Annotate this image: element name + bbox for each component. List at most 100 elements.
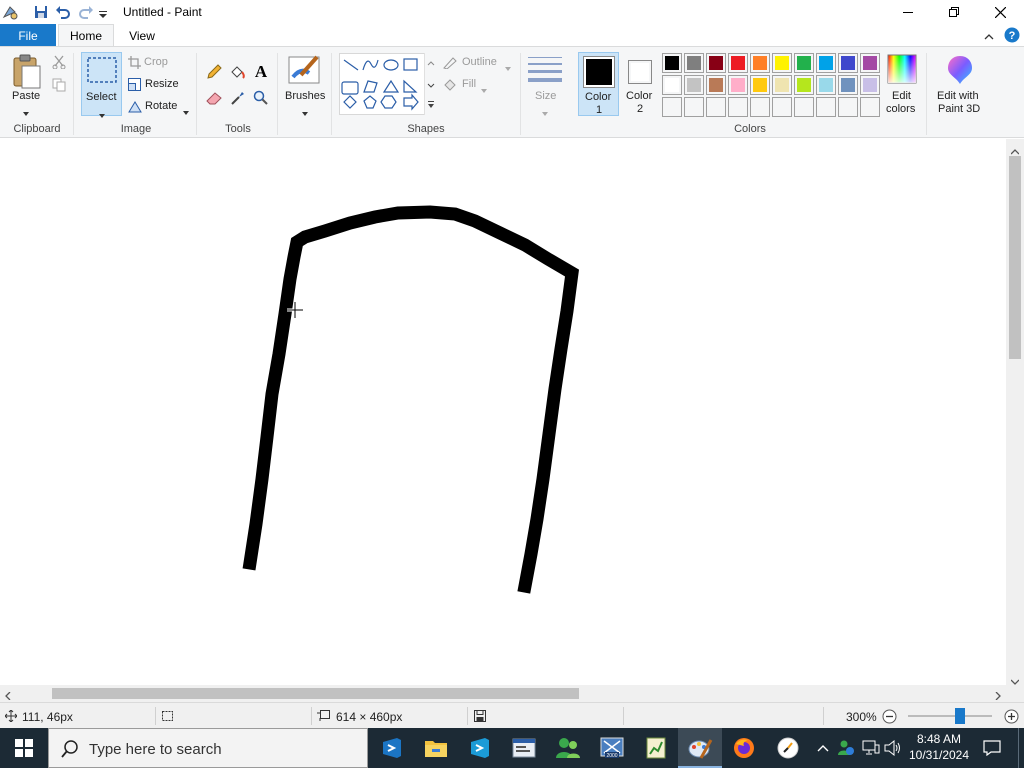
tab-view[interactable]: View <box>116 24 168 47</box>
crop-label[interactable]: Crop <box>144 56 168 68</box>
undo-icon[interactable] <box>55 4 71 23</box>
custom-color-slot[interactable] <box>772 97 792 117</box>
palette-swatch[interactable] <box>706 53 726 73</box>
magnifier-icon[interactable] <box>253 90 269 109</box>
palette-swatch[interactable] <box>838 53 858 73</box>
vertical-scrollbar[interactable] <box>1006 139 1024 685</box>
zoom-slider-track[interactable] <box>908 715 992 717</box>
palette-swatch[interactable] <box>772 75 792 95</box>
canvas-workspace[interactable] <box>0 139 1006 685</box>
palette-swatch[interactable] <box>794 75 814 95</box>
palette-swatch[interactable] <box>838 75 858 95</box>
tray-people-status[interactable] <box>836 728 856 768</box>
palette-swatch[interactable] <box>860 75 880 95</box>
help-icon[interactable]: ? <box>1004 27 1020 46</box>
paste-dropdown-icon[interactable] <box>23 105 29 119</box>
taskbar-app-solitaire[interactable]: 2000 <box>590 728 634 768</box>
zoom-out-button[interactable] <box>882 709 897 727</box>
crop-icon[interactable] <box>128 56 141 72</box>
palette-swatch[interactable] <box>728 53 748 73</box>
restore-button[interactable] <box>931 0 977 24</box>
pencil-icon[interactable] <box>206 64 222 83</box>
drawing-canvas[interactable] <box>0 139 1006 685</box>
palette-swatch[interactable] <box>816 53 836 73</box>
edit-colors-icon[interactable] <box>887 54 917 87</box>
cut-icon[interactable] <box>52 55 66 72</box>
shapes-gallery[interactable] <box>339 53 437 115</box>
rotate-icon[interactable] <box>128 100 142 116</box>
minimize-button[interactable] <box>885 0 931 24</box>
taskbar-search-box[interactable]: Type here to search <box>48 728 368 768</box>
action-center-button[interactable] <box>980 728 1004 768</box>
outline-icon[interactable] <box>443 56 458 72</box>
taskbar-clock[interactable]: 8:48 AM 10/31/2024 <box>903 731 975 763</box>
custom-color-slot[interactable] <box>750 97 770 117</box>
palette-swatch[interactable] <box>794 53 814 73</box>
brushes-dropdown-icon[interactable] <box>302 105 308 119</box>
taskbar-app-window-utility[interactable] <box>502 728 546 768</box>
custom-color-slot[interactable] <box>728 97 748 117</box>
rotate-label[interactable]: Rotate <box>145 100 177 112</box>
select-button[interactable]: Select <box>81 52 122 118</box>
color2-button[interactable]: Color 2 <box>623 52 659 116</box>
fill-icon[interactable] <box>443 78 458 94</box>
save-icon[interactable] <box>33 4 49 23</box>
show-desktop-button[interactable] <box>1018 728 1024 768</box>
paint-3d-line1[interactable]: Edit with <box>937 90 979 102</box>
shapes-scroll[interactable] <box>424 53 437 115</box>
scroll-right-icon[interactable] <box>995 689 1001 703</box>
color1-button[interactable]: Color 1 <box>578 52 619 116</box>
palette-swatch[interactable] <box>772 53 792 73</box>
redo-icon[interactable] <box>78 4 94 23</box>
taskbar-app-chart-editor[interactable] <box>634 728 678 768</box>
paint-3d-icon[interactable] <box>946 55 974 88</box>
taskbar-app-people[interactable] <box>546 728 590 768</box>
taskbar-app-vscode-2[interactable] <box>458 728 502 768</box>
custom-color-slot[interactable] <box>706 97 726 117</box>
text-tool-icon[interactable]: A <box>253 62 269 83</box>
palette-swatch[interactable] <box>750 53 770 73</box>
custom-color-slot[interactable] <box>662 97 682 117</box>
palette-swatch[interactable] <box>816 75 836 95</box>
taskbar-app-firefox[interactable] <box>722 728 766 768</box>
fill-dropdown-icon[interactable] <box>481 82 487 96</box>
horizontal-scrollbar[interactable] <box>0 685 1006 702</box>
taskbar-app-paint[interactable] <box>678 728 722 768</box>
horizontal-scroll-thumb[interactable] <box>52 688 579 699</box>
resize-icon[interactable] <box>128 78 141 94</box>
paint-app-icon[interactable] <box>2 4 18 23</box>
start-button[interactable] <box>0 728 48 768</box>
taskbar-app-file-explorer[interactable] <box>414 728 458 768</box>
copy-icon[interactable] <box>52 78 66 95</box>
scroll-left-icon[interactable] <box>5 689 11 703</box>
palette-swatch[interactable] <box>684 53 704 73</box>
custom-color-slot[interactable] <box>838 97 858 117</box>
color-picker-icon[interactable] <box>230 90 246 109</box>
paint-3d-line2[interactable]: Paint 3D <box>938 103 980 115</box>
fill-bucket-icon[interactable] <box>229 64 245 83</box>
size-dropdown-icon[interactable] <box>542 105 548 119</box>
zoom-slider-thumb[interactable] <box>955 708 966 724</box>
custom-color-slot[interactable] <box>794 97 814 117</box>
palette-swatch[interactable] <box>684 75 704 95</box>
size-label[interactable]: Size <box>535 90 556 102</box>
close-button[interactable] <box>977 0 1023 24</box>
eraser-icon[interactable] <box>206 91 222 108</box>
tab-home[interactable]: Home <box>58 24 114 47</box>
palette-swatch[interactable] <box>662 75 682 95</box>
palette-swatch[interactable] <box>662 53 682 73</box>
brushes-label[interactable]: Brushes <box>285 90 325 102</box>
customize-quick-access-icon[interactable] <box>99 8 107 22</box>
taskbar-app-vscode[interactable] <box>370 728 414 768</box>
palette-swatch[interactable] <box>706 75 726 95</box>
paste-icon[interactable] <box>12 54 42 93</box>
edit-colors-line2[interactable]: colors <box>886 103 915 115</box>
rotate-dropdown-icon[interactable] <box>183 104 189 118</box>
custom-color-slot[interactable] <box>816 97 836 117</box>
outline-label[interactable]: Outline <box>462 56 497 68</box>
size-icon[interactable] <box>528 55 562 86</box>
show-hidden-icons-button[interactable] <box>813 728 833 768</box>
tray-network[interactable] <box>860 728 882 768</box>
palette-swatch[interactable] <box>860 53 880 73</box>
brushes-icon[interactable] <box>287 53 323 90</box>
